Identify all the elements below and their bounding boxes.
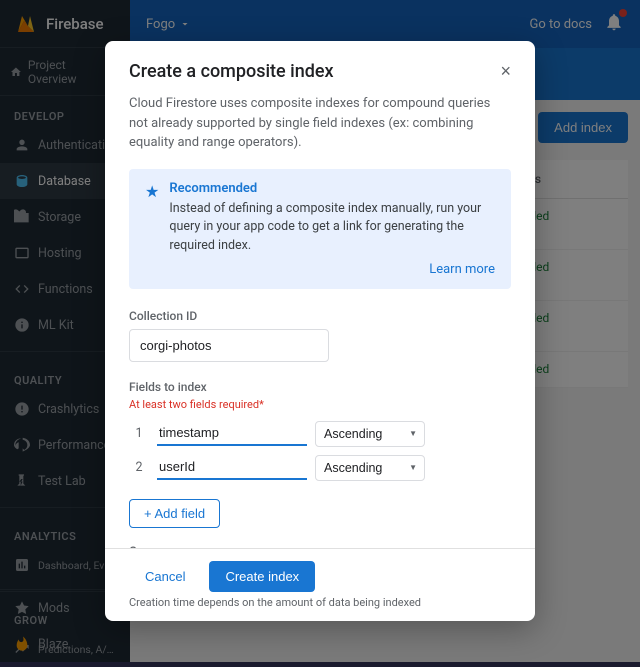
field-row-1: 1 Ascending Descending bbox=[129, 421, 511, 447]
collection-id-label: Collection ID bbox=[129, 309, 511, 323]
learn-more-link[interactable]: Learn more bbox=[429, 262, 495, 277]
add-field-button[interactable]: + Add field bbox=[129, 499, 220, 528]
modal-body: Cloud Firestore uses composite indexes f… bbox=[105, 94, 535, 548]
footer-left: Cancel Create index Creation time depend… bbox=[129, 561, 421, 609]
field-order-select-2[interactable]: Ascending Descending bbox=[315, 455, 425, 481]
modal-header: Create a composite index × bbox=[105, 41, 535, 94]
collection-id-input[interactable] bbox=[129, 329, 329, 362]
field-order-select-1[interactable]: Ascending Descending bbox=[315, 421, 425, 447]
footer-note: Creation time depends on the amount of d… bbox=[129, 596, 421, 609]
cancel-button[interactable]: Cancel bbox=[129, 561, 201, 592]
fields-required-note: At least two fields required* bbox=[129, 398, 511, 411]
footer-buttons: Cancel Create index bbox=[129, 561, 421, 592]
field-name-1[interactable] bbox=[157, 421, 307, 446]
field-number-1: 1 bbox=[129, 426, 149, 441]
collection-id-group: Collection ID bbox=[129, 309, 511, 362]
create-index-button[interactable]: Create index bbox=[209, 561, 315, 592]
field-order-wrapper-2: Ascending Descending bbox=[315, 455, 425, 481]
field-number-2: 2 bbox=[129, 460, 149, 475]
field-name-2[interactable] bbox=[157, 455, 307, 480]
star-icon: ★ bbox=[145, 182, 159, 201]
field-row-2: 2 Ascending Descending bbox=[129, 455, 511, 481]
modal-footer: Cancel Create index Creation time depend… bbox=[105, 548, 535, 621]
recommended-text: Instead of defining a composite index ma… bbox=[169, 200, 495, 256]
modal-description: Cloud Firestore uses composite indexes f… bbox=[129, 94, 511, 153]
fields-group: Fields to index At least two fields requ… bbox=[129, 380, 511, 481]
modal-close-button[interactable]: × bbox=[500, 61, 511, 82]
modal-title: Create a composite index bbox=[129, 61, 334, 82]
create-index-modal: Create a composite index × Cloud Firesto… bbox=[105, 41, 535, 621]
recommended-content: Recommended Instead of defining a compos… bbox=[169, 181, 495, 277]
fields-label: Fields to index bbox=[129, 380, 511, 394]
field-order-wrapper-1: Ascending Descending bbox=[315, 421, 425, 447]
recommended-box: ★ Recommended Instead of defining a comp… bbox=[129, 169, 511, 289]
recommended-title: Recommended bbox=[169, 181, 495, 196]
